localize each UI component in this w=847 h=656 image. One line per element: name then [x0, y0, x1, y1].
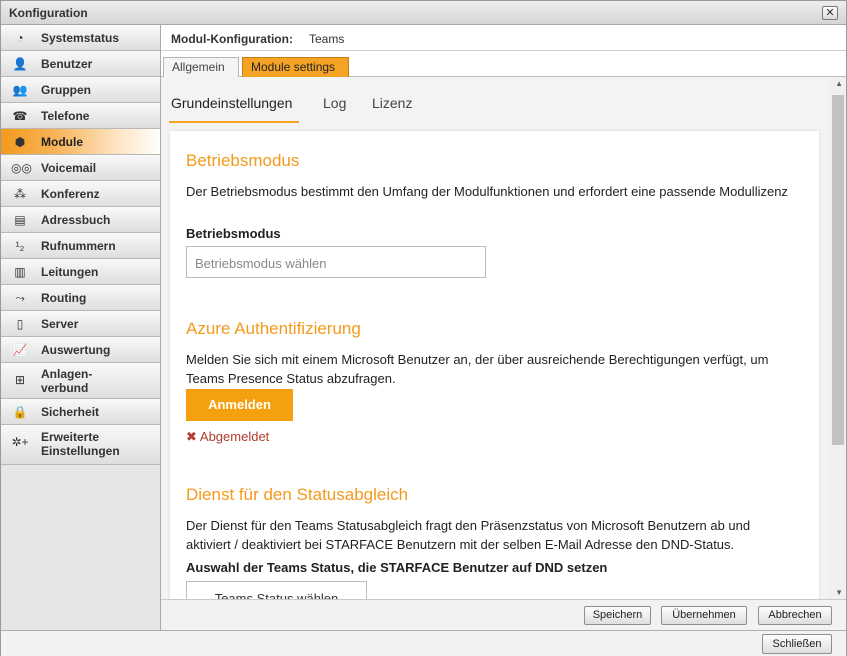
sidebar-item-konferenz[interactable]: ⁂ Konferenz: [1, 181, 160, 207]
line-icon: ▥: [14, 265, 26, 279]
sidebar-item-benutzer[interactable]: 👤 Benutzer: [1, 51, 160, 77]
sidebar-item-label: Konferenz: [41, 187, 100, 201]
title-bar: Konfiguration ✕: [1, 1, 846, 25]
sidebar-item-systemstatus[interactable]: ◔ Systemstatus: [1, 25, 160, 51]
settings-card: Betriebsmodus Der Betriebsmodus bestimmt…: [170, 131, 819, 599]
voicemail-icon: ◎◎: [11, 161, 32, 175]
tab-bar: Allgemein Module settings: [161, 51, 846, 77]
sidebar-item-label: Voicemail: [41, 161, 97, 175]
auth-status-text: Abgemeldet: [199, 429, 270, 444]
config-window: Konfiguration ✕ ◔ Systemstatus 👤 Benutze…: [0, 0, 847, 656]
sidebar-item-sicherheit[interactable]: 🔒 Sicherheit: [1, 399, 160, 425]
sidebar-item-auswertung[interactable]: 📈 Auswertung: [1, 337, 160, 363]
subtab-grundeinstellungen[interactable]: Grundeinstellungen: [171, 95, 292, 111]
save-button[interactable]: Speichern: [584, 606, 651, 625]
status-icon: ◔: [16, 31, 24, 45]
content-area: Grundeinstellungen Log Lizenz Betriebsmo…: [161, 77, 846, 599]
sidebar-item-label: Module: [41, 135, 83, 149]
module-icon: ⬢: [14, 135, 26, 149]
main-panel: Modul-Konfiguration: Teams Allgemein Mod…: [161, 25, 846, 630]
tab-allgemein[interactable]: Allgemein: [163, 57, 239, 77]
subtab-lizenz[interactable]: Lizenz: [372, 95, 412, 111]
sidebar-item-adressbuch[interactable]: ▤ Adressbuch: [1, 207, 160, 233]
subtab-log[interactable]: Log: [323, 95, 346, 111]
sidebar-item-anlagenverbund[interactable]: ⊞ Anlagen- verbund: [1, 363, 160, 399]
section-title-azure: Azure Authentifizierung: [186, 319, 361, 338]
sidebar-item-erweiterte-einstellungen[interactable]: ✲+ Erweiterte Einstellungen: [1, 425, 160, 465]
betriebsmodus-label: Betriebsmodus: [186, 226, 281, 241]
sidebar-item-label: Server: [41, 317, 79, 331]
vertical-scrollbar[interactable]: ▲ ▼: [829, 77, 846, 599]
sidebar-item-label: Auswertung: [41, 343, 111, 357]
login-button[interactable]: Anmelden: [186, 389, 293, 421]
sidebar-item-module[interactable]: ⬢ Module: [1, 129, 160, 155]
section-text-dienst: Der Dienst für den Teams Statusabgleich …: [186, 518, 751, 552]
subtab-active-indicator: [169, 121, 299, 123]
section-title-betriebsmodus: Betriebsmodus: [186, 151, 300, 170]
routing-icon: ⤳: [15, 291, 25, 305]
sidebar-item-telefone[interactable]: ☎ Telefone: [1, 103, 160, 129]
section-text-betriebsmodus: Der Betriebsmodus bestimmt den Umfang de…: [186, 184, 788, 199]
module-header: Modul-Konfiguration: Teams: [161, 25, 846, 51]
sidebar: ◔ Systemstatus 👤 Benutzer 👥 Gruppen ☎ Te…: [1, 25, 161, 630]
bottom-bar: Schließen: [1, 630, 846, 656]
sidebar-item-label: Erweiterte Einstellungen: [41, 430, 120, 458]
chart-icon: 📈: [12, 343, 28, 357]
sidebar-item-label: Leitungen: [41, 265, 99, 279]
addressbook-icon: ▤: [14, 213, 26, 227]
server-icon: ▯: [16, 317, 24, 331]
module-header-label: Modul-Konfiguration:: [171, 32, 293, 46]
numbers-icon: ¹₂: [15, 239, 25, 253]
section-text-azure: Melden Sie sich mit einem Microsoft Benu…: [186, 352, 769, 386]
sidebar-item-server[interactable]: ▯ Server: [1, 311, 160, 337]
module-header-value: Teams: [309, 32, 345, 46]
subtab-bar: Grundeinstellungen Log Lizenz: [161, 77, 829, 123]
group-icon: 👥: [12, 83, 28, 97]
cancel-button[interactable]: Abbrechen: [758, 606, 832, 625]
sidebar-item-rufnummern[interactable]: ¹₂ Rufnummern: [1, 233, 160, 259]
sidebar-item-label: Systemstatus: [41, 31, 120, 45]
sidebar-item-label: Telefone: [41, 109, 90, 123]
sidebar-item-label: Routing: [41, 291, 87, 305]
sidebar-item-label: Benutzer: [41, 57, 93, 71]
auth-status: ✖ Abgemeldet: [186, 429, 269, 445]
user-icon: 👤: [12, 57, 28, 71]
lock-icon: 🔒: [12, 405, 28, 419]
scroll-down-icon[interactable]: ▼: [835, 588, 843, 597]
sidebar-item-leitungen[interactable]: ▥ Leitungen: [1, 259, 160, 285]
scroll-up-icon[interactable]: ▲: [835, 79, 843, 88]
sidebar-item-label: Adressbuch: [41, 213, 111, 227]
sidebar-item-label: Gruppen: [41, 83, 91, 97]
tab-module-settings[interactable]: Module settings: [242, 57, 349, 77]
sidebar-item-gruppen[interactable]: 👥 Gruppen: [1, 77, 160, 103]
section-title-dienst: Dienst für den Statusabgleich: [186, 485, 409, 504]
teams-status-label: Auswahl der Teams Status, die STARFACE B…: [186, 560, 608, 575]
conference-icon: ⁂: [14, 187, 26, 201]
action-footer: Speichern Übernehmen Abbrechen: [161, 599, 846, 630]
teams-status-select[interactable]: Teams Status wählen: [186, 581, 367, 599]
error-x-icon: ✖: [186, 429, 197, 444]
sidebar-item-label: Sicherheit: [41, 405, 100, 419]
close-button[interactable]: Schließen: [762, 634, 832, 654]
apply-button[interactable]: Übernehmen: [661, 606, 747, 625]
network-icon: ⊞: [14, 373, 26, 387]
sidebar-item-label: Rufnummern: [41, 239, 116, 253]
betriebsmodus-select[interactable]: Betriebsmodus wählen: [186, 246, 486, 278]
sidebar-item-routing[interactable]: ⤳ Routing: [1, 285, 160, 311]
sidebar-item-voicemail[interactable]: ◎◎ Voicemail: [1, 155, 160, 181]
sidebar-item-label: Anlagen- verbund: [41, 367, 93, 395]
scroll-thumb[interactable]: [832, 95, 844, 445]
window-title: Konfiguration: [9, 6, 88, 20]
close-icon[interactable]: ✕: [822, 6, 838, 20]
phone-icon: ☎: [12, 109, 28, 123]
advanced-settings-icon: ✲+: [11, 435, 29, 449]
